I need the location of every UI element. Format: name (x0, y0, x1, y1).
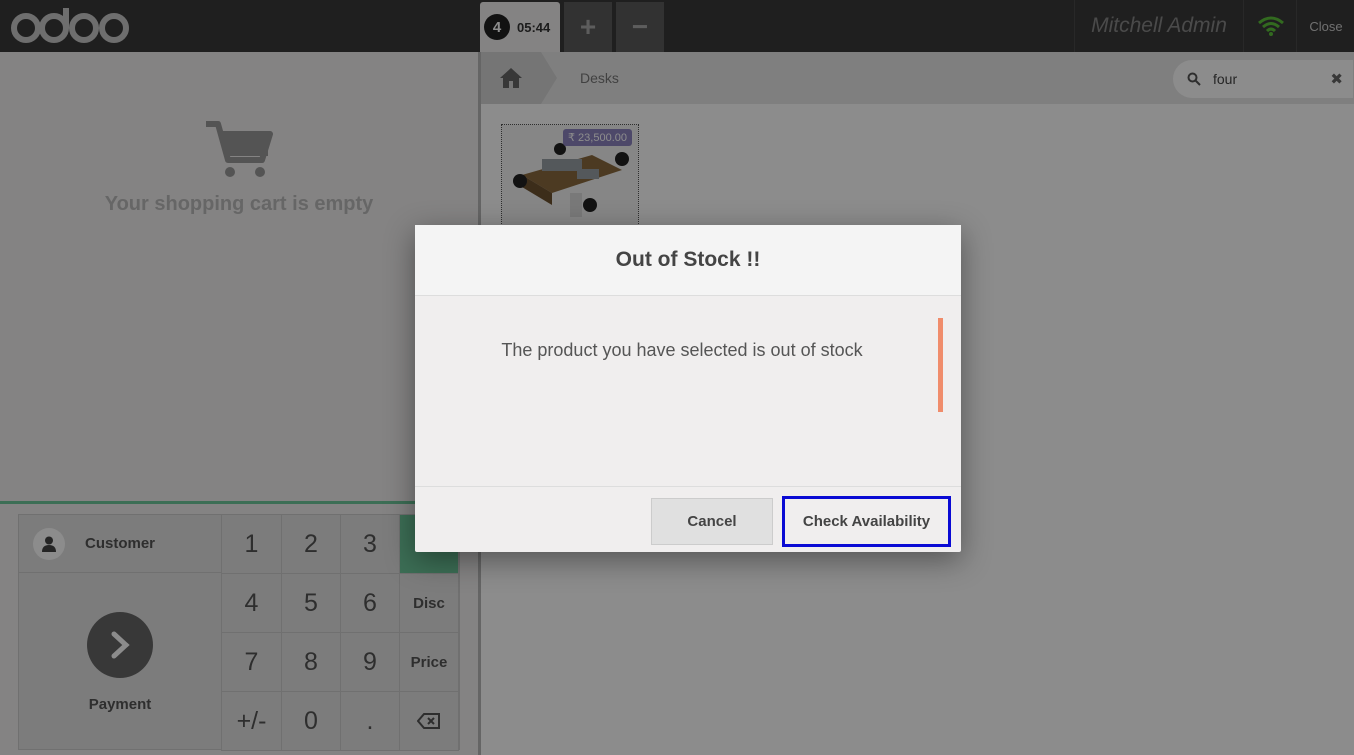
cancel-button[interactable]: Cancel (651, 498, 773, 545)
out-of-stock-dialog: Out of Stock !! The product you have sel… (415, 225, 961, 552)
dialog-body: The product you have selected is out of … (415, 296, 961, 486)
dialog-message: The product you have selected is out of … (501, 340, 863, 360)
warning-bar (938, 318, 943, 412)
check-availability-button[interactable]: Check Availability (782, 496, 951, 547)
dialog-footer: Cancel Check Availability (415, 486, 961, 552)
dialog-title: Out of Stock !! (415, 225, 961, 296)
